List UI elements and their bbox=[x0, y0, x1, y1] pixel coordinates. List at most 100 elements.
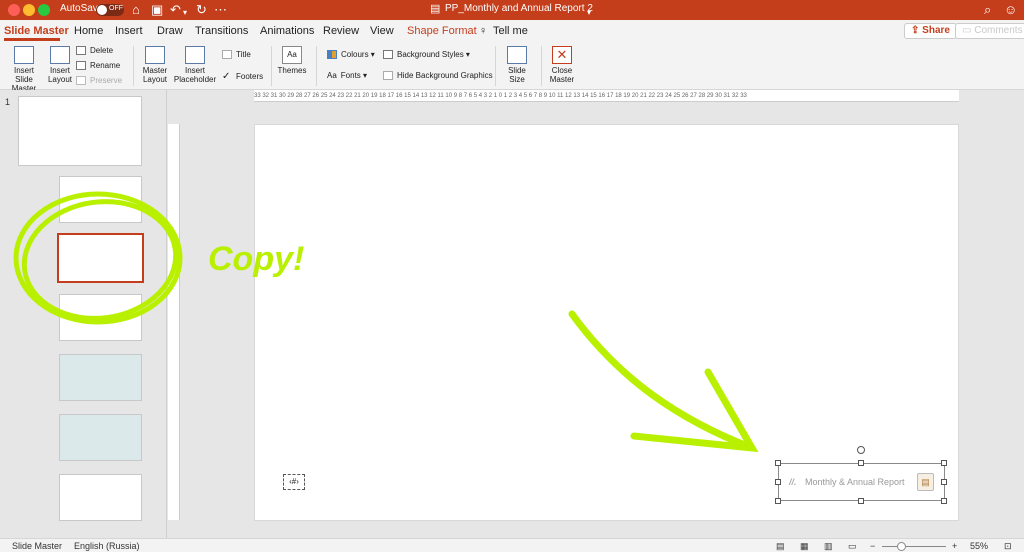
more-icon[interactable]: ⋯ bbox=[214, 2, 227, 17]
fonts-label: Fonts bbox=[340, 71, 361, 80]
normal-view-icon[interactable]: ▤ bbox=[776, 541, 785, 552]
footer-text[interactable]: Monthly & Annual Report bbox=[805, 477, 905, 487]
preserve-button[interactable]: Preserve bbox=[76, 76, 122, 86]
zoom-slider[interactable] bbox=[882, 546, 946, 547]
fit-to-window-icon[interactable]: ⊡ bbox=[1004, 541, 1012, 552]
fonts-button[interactable]: Aa Fonts ▾ bbox=[327, 71, 367, 80]
hide-background-graphics-checkbox[interactable]: Hide Background Graphics bbox=[383, 71, 493, 81]
tab-view[interactable]: View bbox=[370, 25, 394, 37]
colours-label: Colours bbox=[341, 50, 369, 59]
undo-dropdown-icon[interactable]: ▾ bbox=[183, 5, 187, 20]
slideshow-icon[interactable]: ▭ bbox=[848, 541, 857, 552]
minimize-window-button[interactable] bbox=[23, 4, 35, 16]
checkmark-icon: ✓ bbox=[222, 71, 231, 82]
master-layout-label: Master Layout bbox=[142, 66, 168, 84]
insert-placeholder-label: Insert Placeholder bbox=[173, 66, 217, 84]
reading-view-icon[interactable]: ▥ bbox=[824, 541, 833, 552]
tab-home[interactable]: Home bbox=[74, 25, 103, 37]
layout-thumbnail[interactable] bbox=[59, 176, 142, 223]
lightbulb-icon: ♀ bbox=[479, 25, 488, 37]
redo-icon[interactable]: ↻ bbox=[196, 2, 207, 17]
tab-insert[interactable]: Insert bbox=[115, 25, 143, 37]
resize-handle[interactable] bbox=[858, 460, 864, 466]
search-icon[interactable]: ⌕ bbox=[984, 2, 991, 17]
active-tab-indicator bbox=[4, 38, 60, 41]
tab-draw[interactable]: Draw bbox=[157, 25, 183, 37]
tab-slide-master[interactable]: Slide Master bbox=[4, 25, 69, 37]
resize-handle[interactable] bbox=[941, 460, 947, 466]
rename-label: Rename bbox=[90, 61, 121, 70]
share-button[interactable]: ⇪ Share bbox=[904, 23, 957, 39]
close-window-button[interactable] bbox=[8, 4, 20, 16]
paste-options-icon[interactable]: ▤ bbox=[917, 473, 934, 491]
zoom-slider-knob[interactable] bbox=[897, 542, 906, 551]
resize-handle[interactable] bbox=[941, 498, 947, 504]
slide-size-button[interactable]: Slide Size bbox=[500, 46, 534, 84]
slide-layout[interactable] bbox=[254, 124, 959, 521]
status-language[interactable]: English (Russia) bbox=[74, 541, 140, 551]
home-icon[interactable]: ⌂ bbox=[132, 2, 140, 17]
account-icon[interactable]: ☺ bbox=[1004, 2, 1017, 17]
layout-thumbnail[interactable] bbox=[59, 414, 142, 461]
layout-thumbnail[interactable] bbox=[59, 354, 142, 401]
ribbon-separator bbox=[495, 46, 496, 86]
themes-button[interactable]: Aa Themes bbox=[276, 46, 308, 75]
footers-checkbox-label: Footers bbox=[236, 72, 264, 81]
background-styles-button[interactable]: Background Styles ▾ bbox=[383, 50, 470, 60]
layout-thumbnail[interactable] bbox=[59, 474, 142, 521]
insert-slide-master-button[interactable]: Insert Slide Master bbox=[4, 46, 44, 93]
tab-review[interactable]: Review bbox=[323, 25, 359, 37]
footer-logo: //. bbox=[789, 477, 797, 487]
insert-layout-button[interactable]: Insert Layout bbox=[46, 46, 74, 84]
layout-thumbnail-selected[interactable] bbox=[57, 233, 144, 283]
resize-handle[interactable] bbox=[775, 479, 781, 485]
resize-handle[interactable] bbox=[775, 460, 781, 466]
status-view-label: Slide Master bbox=[12, 541, 63, 551]
slide-size-label: Slide Size bbox=[508, 66, 526, 84]
slide-master-thumbnail[interactable] bbox=[18, 96, 142, 166]
vertical-ruler bbox=[168, 124, 180, 520]
tab-transitions[interactable]: Transitions bbox=[195, 25, 248, 37]
zoom-in-button[interactable]: + bbox=[952, 541, 957, 551]
ribbon-separator bbox=[271, 46, 272, 86]
zoom-window-button[interactable] bbox=[38, 4, 50, 16]
slide-number-placeholder[interactable]: ‹#› bbox=[283, 474, 305, 490]
close-master-button[interactable]: ✕ Close Master bbox=[545, 46, 579, 84]
layout-thumbnail[interactable] bbox=[59, 294, 142, 341]
tell-me-box[interactable]: Tell me bbox=[493, 25, 528, 37]
background-styles-label: Background Styles bbox=[397, 50, 464, 59]
insert-layout-label: Insert Layout bbox=[47, 66, 73, 84]
rename-button[interactable]: Rename bbox=[76, 61, 121, 71]
tab-animations[interactable]: Animations bbox=[260, 25, 314, 37]
resize-handle[interactable] bbox=[858, 498, 864, 504]
autosave-toggle[interactable]: OFF bbox=[96, 4, 124, 16]
title-chevron-down-icon[interactable]: ▾ bbox=[587, 5, 591, 20]
insert-placeholder-button[interactable]: Insert Placeholder bbox=[173, 46, 217, 84]
tab-shape-format[interactable]: Shape Format bbox=[407, 25, 477, 37]
zoom-out-button[interactable]: − bbox=[870, 541, 875, 551]
placeholder-icon bbox=[185, 46, 205, 64]
colours-button[interactable]: Colours ▾ bbox=[327, 50, 375, 60]
delete-button[interactable]: Delete bbox=[76, 46, 114, 56]
share-icon: ⇪ bbox=[911, 25, 923, 36]
document-title[interactable]: PP_Monthly and Annual Report 2 bbox=[445, 3, 593, 14]
preserve-icon bbox=[76, 76, 86, 86]
delete-label: Delete bbox=[90, 46, 114, 55]
zoom-level[interactable]: 55% bbox=[970, 541, 988, 551]
resize-handle[interactable] bbox=[775, 498, 781, 504]
comments-button[interactable]: ▭ Comments bbox=[955, 23, 1024, 39]
rotate-handle[interactable] bbox=[857, 446, 865, 454]
slide-sorter-icon[interactable]: ▦ bbox=[800, 541, 809, 552]
save-icon[interactable]: ▣ bbox=[151, 2, 163, 17]
slide-size-icon bbox=[507, 46, 527, 64]
colours-icon bbox=[327, 50, 337, 60]
ribbon-tabs: Slide Master Home Insert Draw Transition… bbox=[0, 20, 1024, 42]
themes-icon: Aa bbox=[282, 46, 302, 64]
comments-icon: ▭ bbox=[962, 25, 975, 36]
ribbon: Insert Slide Master Insert Layout Delete… bbox=[0, 42, 1024, 93]
footers-checkbox[interactable]: ✓ Footers bbox=[222, 71, 263, 82]
title-checkbox[interactable]: Title bbox=[222, 50, 251, 60]
undo-icon[interactable]: ↶ bbox=[170, 2, 181, 17]
resize-handle[interactable] bbox=[941, 479, 947, 485]
master-layout-button[interactable]: Master Layout bbox=[138, 46, 172, 84]
